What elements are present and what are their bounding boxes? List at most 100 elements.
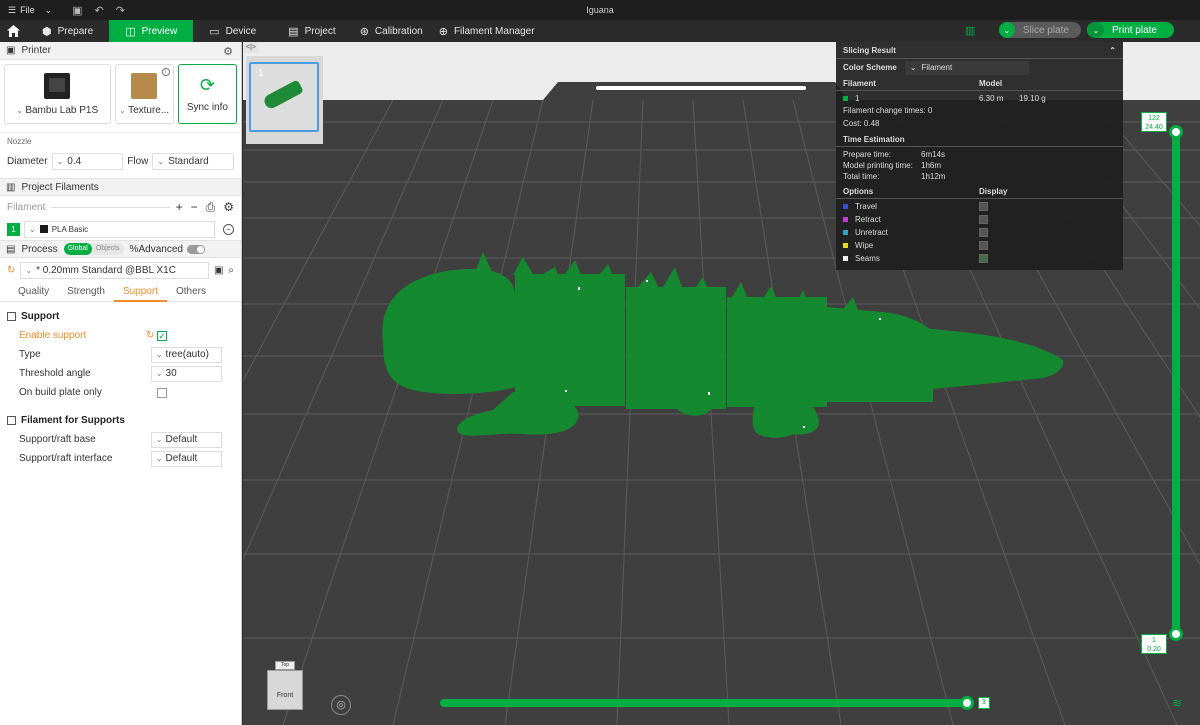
top-layer-handle[interactable] [1169, 125, 1183, 139]
slice-plate-button[interactable]: ⌄ Slice plate [998, 22, 1081, 38]
raft-interface-select[interactable]: ⌄ Default [150, 450, 222, 467]
project-filaments-header: ▥ Project Filaments [0, 178, 241, 196]
tab-preview[interactable]: ◫ Preview [109, 20, 194, 42]
search-icon[interactable]: ⌕ [228, 265, 234, 276]
print-plate-label: Print plate [1111, 24, 1157, 36]
home-button[interactable] [0, 20, 26, 42]
undo-icon[interactable]: ↶ [95, 4, 104, 17]
flow-value: Standard [168, 155, 209, 167]
layers-icon[interactable]: ≋ [1172, 696, 1186, 710]
camera-icon[interactable]: ◎ [331, 695, 351, 715]
compare-icon[interactable]: % [130, 244, 139, 255]
bottom-layer-handle[interactable] [1169, 627, 1183, 641]
color-scheme-select[interactable]: ⌄ Filament [904, 60, 1029, 75]
plate-number: 1 [258, 68, 264, 79]
bottom-layer-number: 1 [1152, 637, 1156, 644]
move-slider[interactable] [440, 699, 968, 707]
view-cube-top[interactable]: Top [275, 661, 295, 670]
tab-project[interactable]: ▤ Project [272, 20, 352, 42]
tab-quality[interactable]: Quality [9, 282, 58, 302]
save-icon[interactable]: ▣ [72, 4, 82, 17]
filament-label: Filament [7, 201, 46, 213]
retract-display-checkbox[interactable] [979, 215, 988, 224]
objects-option[interactable]: Objects [92, 243, 124, 255]
filament-color-dot [843, 95, 848, 101]
advanced-label: Advanced [138, 244, 183, 255]
flow-select[interactable]: ⌄ Standard [152, 152, 234, 170]
process-preset-select[interactable]: ⌄ * 0.20mm Standard @BBL X1C [20, 261, 209, 279]
slicing-result-header[interactable]: Slicing Result ⌃ [836, 42, 1123, 59]
tab-device[interactable]: ▭ Device [193, 20, 272, 42]
layer-range-slider[interactable] [1172, 132, 1180, 634]
seams-color-dot [843, 256, 848, 261]
remove-circle-icon[interactable]: − [223, 223, 234, 235]
tab-support[interactable]: Support [113, 282, 167, 302]
printer-name: Bambu Lab P1S [25, 104, 99, 116]
collapse-icon[interactable]: ⌃ [1109, 46, 1116, 55]
unretract-display-checkbox[interactable] [979, 228, 988, 237]
plate-selector[interactable]: i ⌄ Texture... [114, 64, 174, 124]
process-icon: ▤ [6, 243, 16, 255]
chevron-down-icon: ⌄ [909, 63, 917, 72]
type-value: tree(auto) [165, 349, 209, 360]
wipe-color-dot [843, 243, 848, 248]
hamburger-icon: ☰ [8, 4, 17, 15]
filament-supports-header: Filament for Supports [0, 410, 241, 430]
file-menu[interactable]: ☰ File ⌄ [0, 5, 52, 16]
type-select[interactable]: ⌄ tree(auto) [150, 346, 222, 363]
nozzle-label: Nozzle [0, 132, 241, 150]
filament-settings-icon[interactable]: ⚙ [223, 200, 234, 215]
printer-selector[interactable]: ⌄ Bambu Lab P1S [4, 64, 111, 124]
view-cube-front[interactable]: Front [267, 670, 303, 710]
printer-settings-icon[interactable]: ⚙ [223, 45, 233, 58]
print-plate-button[interactable]: ⌄ Print plate [1086, 22, 1174, 38]
plate-thumbnail[interactable]: 1 [249, 62, 319, 132]
filament-sync-icon[interactable]: ⎙ [206, 200, 216, 215]
layout-icon[interactable]: ▥ [965, 24, 979, 37]
total-time-value: 1h12m [921, 172, 946, 181]
view-cube[interactable]: Top Front [263, 658, 309, 714]
add-filament-icon[interactable]: + [176, 200, 183, 215]
cost: Cost: 0.48 [843, 118, 880, 128]
seams-display-checkbox[interactable] [979, 254, 988, 263]
save-preset-icon[interactable]: ▣ [214, 265, 223, 276]
move-slider-handle[interactable] [960, 696, 974, 710]
filament-index-badge[interactable]: 1 [7, 222, 20, 236]
tab-filament-manager[interactable]: ⊕ Filament Manager [431, 20, 543, 42]
chevron-down-icon: ⌄ [16, 105, 26, 115]
raft-interface-label: Support/raft interface [19, 453, 113, 464]
sync-info-button[interactable]: ⟳ Sync info [177, 64, 237, 124]
enable-support-checkbox[interactable]: ✓ [157, 330, 167, 341]
wipe-display-checkbox[interactable] [979, 241, 988, 250]
settings-sidebar: ▣ Printer ⚙ ⌄ Bambu Lab P1S i ⌄ Texture.… [0, 42, 242, 725]
travel-color-dot [843, 204, 848, 209]
chevron-down-icon: ⌄ [157, 156, 165, 166]
tab-strength[interactable]: Strength [58, 282, 114, 302]
filament-select[interactable]: ⌄ PLA Basic [24, 220, 215, 238]
slice-dropdown-icon[interactable]: ⌄ [998, 22, 1015, 38]
threshold-input[interactable]: ⌄ 30 [150, 365, 222, 382]
chevron-down-icon: ⌄ [119, 105, 129, 115]
raft-base-label: Support/raft base [19, 434, 96, 445]
filament-icon: ▥ [6, 181, 16, 193]
global-option[interactable]: Global [63, 243, 92, 255]
raft-base-select[interactable]: ⌄ Default [150, 431, 222, 448]
print-dropdown-icon[interactable]: ⌄ [1087, 22, 1104, 38]
info-icon[interactable]: i [161, 68, 170, 76]
travel-display-checkbox[interactable] [979, 202, 988, 211]
tab-calibration[interactable]: ⊛ Calibration [352, 20, 431, 42]
remove-filament-icon[interactable]: − [191, 200, 198, 215]
tab-prepare[interactable]: ⬢ Prepare [26, 20, 109, 42]
collapse-sidebar-icon[interactable]: <|> [243, 42, 259, 53]
tab-others[interactable]: Others [167, 282, 215, 302]
reset-icon[interactable]: ↻ [7, 265, 15, 276]
title-bar: ☰ File ⌄ ▣ ↶ ↷ Iguana [0, 0, 1200, 20]
reset-icon[interactable]: ↻ [146, 330, 154, 341]
redo-icon[interactable]: ↷ [116, 4, 125, 17]
build-plate-checkbox[interactable] [157, 387, 167, 398]
advanced-toggle[interactable] [187, 245, 205, 254]
raft-interface-row: Support/raft interface ⌄ Default [0, 449, 241, 468]
global-objects-switch[interactable]: Global Objects [63, 243, 124, 255]
prepare-time-label: Prepare time: [843, 150, 892, 159]
diameter-select[interactable]: ⌄ 0.4 [51, 152, 124, 170]
